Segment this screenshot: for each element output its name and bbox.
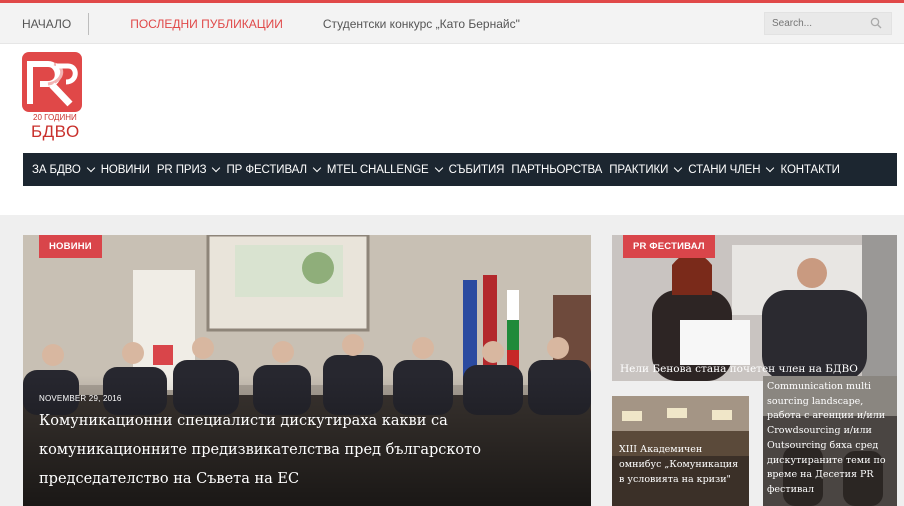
nav-label: СТАНИ ЧЛЕН: [688, 163, 761, 176]
top-bar: НАЧАЛО ПОСЛЕДНИ ПУБЛИКАЦИИ Студентски ко…: [0, 0, 904, 44]
nav-label: ЗА БДВО: [32, 163, 81, 176]
nav-label: СЪБИТИЯ: [448, 163, 505, 176]
site-logo[interactable]: 20 ГОДИНИ БДВО: [22, 52, 84, 150]
card-category-tag[interactable]: PR ФЕСТИВАЛ: [623, 235, 715, 258]
nav-item-news[interactable]: НОВИНИ: [101, 164, 150, 176]
article-card[interactable]: XIII Академичен омнибус „Комуникация в у…: [612, 396, 749, 506]
nav-label: ПРАКТИКИ: [609, 163, 669, 176]
content-spacer: [10, 190, 894, 212]
chevron-down-icon: [434, 163, 443, 173]
chevron-down-icon: [766, 163, 775, 173]
nav-item-about[interactable]: ЗА БДВО: [32, 163, 95, 176]
top-nav: НАЧАЛО ПОСЛЕДНИ ПУБЛИКАЦИИ Студентски ко…: [0, 3, 520, 44]
logo-org: БДВО: [31, 122, 80, 141]
nav-item-mtel-challenge[interactable]: MTEL CHALLENGE: [326, 163, 443, 176]
top-nav-divider: [88, 12, 90, 35]
logo-years: 20 ГОДИНИ: [33, 113, 77, 122]
nav-label: ПР ФЕСТИВАЛ: [226, 163, 307, 176]
nav-label: PR ПРИЗ: [156, 163, 207, 176]
featured-date: NOVEMBER 29, 2016: [39, 394, 122, 403]
featured-headline[interactable]: Комуникационни специалисти дискутираха к…: [39, 407, 559, 494]
top-nav-home[interactable]: НАЧАЛО: [22, 17, 71, 31]
nav-label: НОВИНИ: [100, 163, 150, 176]
featured-category-tag[interactable]: НОВИНИ: [39, 235, 102, 258]
nav-item-partnerships[interactable]: ПАРТНЬОРСТВА: [511, 164, 602, 176]
nav-item-become-member[interactable]: СТАНИ ЧЛЕН: [688, 163, 775, 176]
chevron-down-icon: [674, 163, 683, 173]
search-icon[interactable]: [870, 17, 882, 29]
nav-item-events[interactable]: СЪБИТИЯ: [449, 164, 505, 176]
nav-item-contacts[interactable]: КОНТАКТИ: [780, 164, 839, 176]
chevron-down-icon: [312, 163, 322, 173]
top-nav-latest-posts[interactable]: ПОСЛЕДНИ ПУБЛИКАЦИИ: [130, 17, 283, 31]
nav-label: MTEL CHALLENGE: [326, 163, 429, 176]
main-nav: ЗА БДВО НОВИНИ PR ПРИЗ ПР ФЕСТИВАЛ MTEL …: [23, 153, 897, 186]
featured-article[interactable]: НОВИНИ NOVEMBER 29, 2016 Комуникационни …: [23, 235, 591, 506]
search-box: [764, 12, 892, 35]
nav-item-pr-festival[interactable]: ПР ФЕСТИВАЛ: [226, 163, 322, 176]
card-title[interactable]: XIII Академичен омнибус „Комуникация в у…: [619, 442, 744, 487]
card-title[interactable]: Communication multi sourcing landscape, …: [767, 380, 895, 498]
nav-label: КОНТАКТИ: [780, 163, 840, 176]
chevron-down-icon: [86, 163, 95, 173]
nav-item-pr-prize[interactable]: PR ПРИЗ: [156, 163, 221, 176]
pr-logo-icon: [22, 52, 82, 112]
search-input[interactable]: [765, 13, 865, 34]
article-card[interactable]: PR ФЕСТИВАЛ Нели Бенова стана почетен чл…: [612, 235, 897, 381]
card-title[interactable]: Нели Бенова стана почетен член на БДВО: [620, 363, 858, 375]
top-nav-student-contest[interactable]: Студентски конкурс „Като Бернайс": [323, 17, 520, 31]
nav-label: ПАРТНЬОРСТВА: [511, 163, 603, 176]
article-card[interactable]: Communication multi sourcing landscape, …: [763, 376, 897, 506]
nav-item-practices[interactable]: ПРАКТИКИ: [609, 163, 683, 176]
chevron-down-icon: [212, 163, 221, 173]
